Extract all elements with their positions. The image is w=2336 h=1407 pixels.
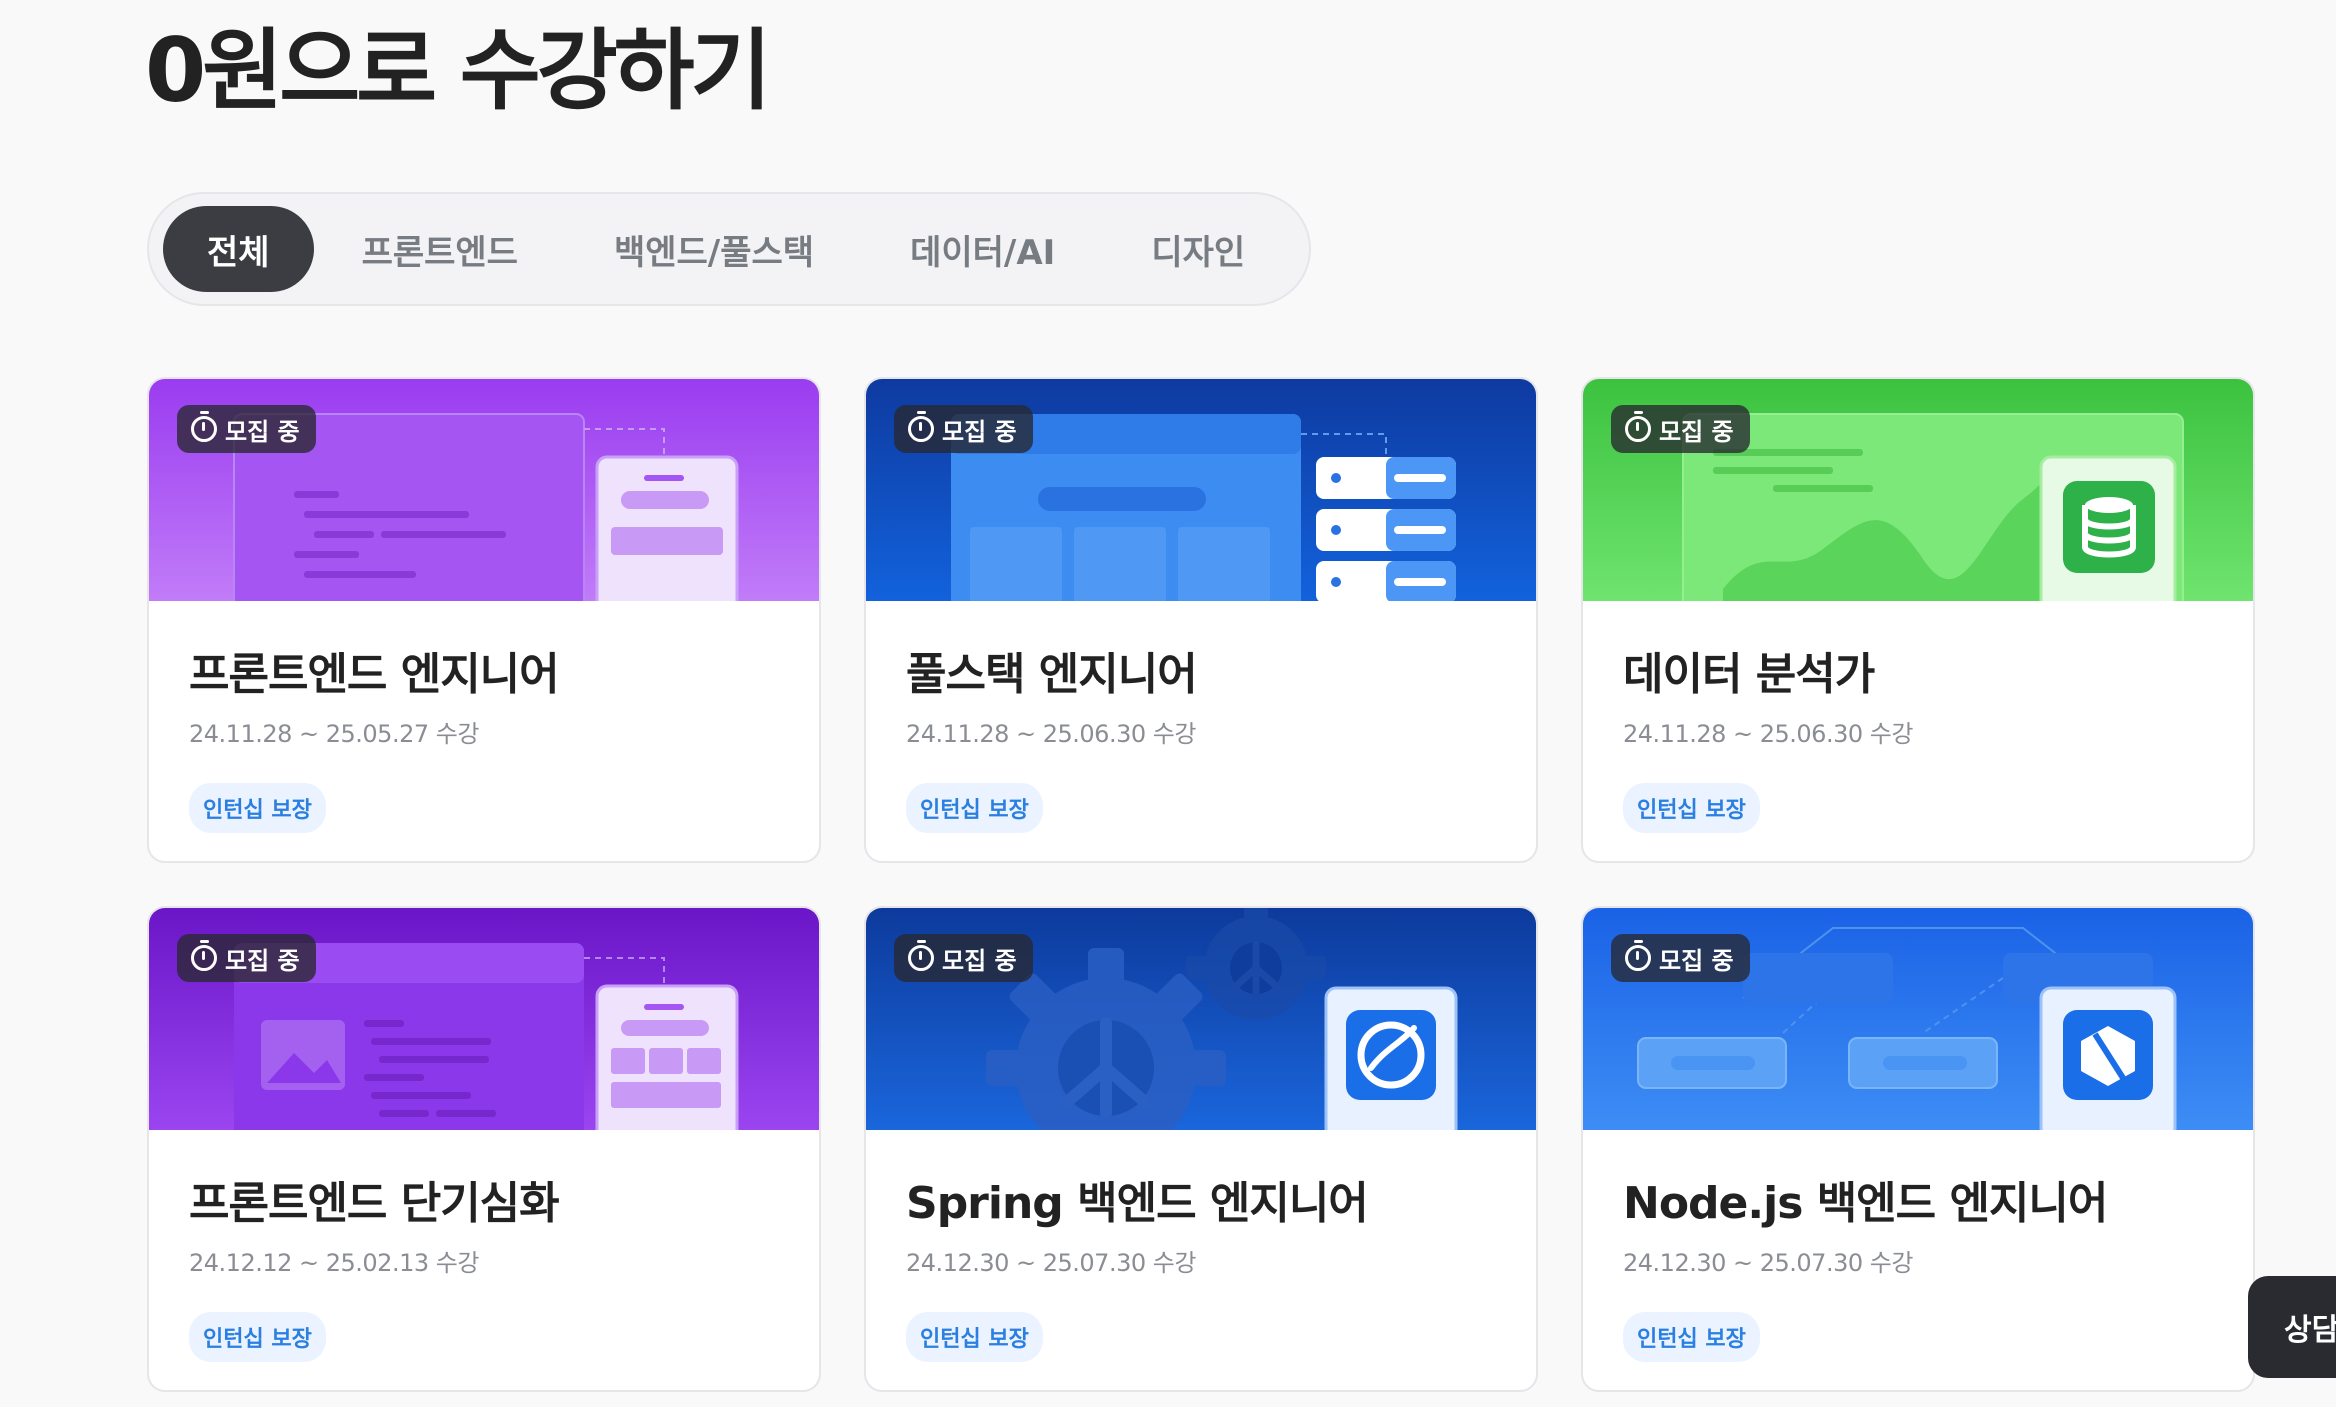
recruiting-badge: 모집 중 xyxy=(894,405,1033,453)
tab-backend-fullstack[interactable]: 백엔드/풀스택 xyxy=(574,206,854,292)
timer-icon xyxy=(908,940,934,971)
course-card-data-analyst[interactable]: 모집 중 데이터 분석가 24.11.28 ~ 25.06.30 수강 인턴십 … xyxy=(1581,377,2255,863)
recruiting-badge: 모집 중 xyxy=(177,934,316,982)
timer-icon xyxy=(908,411,934,442)
tab-frontend[interactable]: 프론트엔드 xyxy=(322,206,558,292)
timer-icon xyxy=(191,411,217,442)
course-card-frontend-engineer[interactable]: 모집 중 프론트엔드 엔지니어 24.11.28 ~ 25.05.27 수강 인… xyxy=(147,377,821,863)
course-title: 데이터 분석가 xyxy=(1623,649,1875,700)
timer-icon xyxy=(1625,940,1651,971)
internship-chip: 인턴십 보장 xyxy=(189,1311,326,1362)
timer-icon xyxy=(1625,411,1651,442)
internship-chip: 인턴십 보장 xyxy=(1623,1311,1760,1362)
course-card-spring-backend[interactable]: 모집 중 Spring 백엔드 엔지니어 24.12.30 ~ 25.07.30… xyxy=(864,906,1538,1392)
timer-icon xyxy=(191,940,217,971)
course-title: 풀스택 엔지니어 xyxy=(906,649,1198,700)
recruiting-badge: 모집 중 xyxy=(1611,405,1750,453)
internship-chip: 인턴십 보장 xyxy=(906,782,1043,833)
course-card-fullstack-engineer[interactable]: 모집 중 풀스택 엔지니어 24.11.28 ~ 25.06.30 수강 인턴십… xyxy=(864,377,1538,863)
course-period: 24.11.28 ~ 25.06.30 수강 xyxy=(906,719,1196,748)
internship-chip: 인턴십 보장 xyxy=(1623,782,1760,833)
recruiting-badge: 모집 중 xyxy=(1611,934,1750,982)
course-period: 24.12.30 ~ 25.07.30 수강 xyxy=(1623,1248,1913,1277)
course-banner: 모집 중 xyxy=(149,908,819,1130)
course-card-nodejs-backend[interactable]: 모집 중 Node.js 백엔드 엔지니어 24.12.30 ~ 25.07.3… xyxy=(1581,906,2255,1392)
tab-all[interactable]: 전체 xyxy=(163,206,314,292)
tab-data-ai[interactable]: 데이터/AI xyxy=(870,206,1095,292)
course-banner: 모집 중 xyxy=(149,379,819,601)
course-banner: 모집 중 xyxy=(866,908,1536,1130)
page: 0원으로 수강하기 전체 프론트엔드 백엔드/풀스택 데이터/AI 디자인 모집… xyxy=(0,0,2336,1407)
tab-design[interactable]: 디자인 xyxy=(1111,206,1285,292)
course-title: 프론트엔드 엔지니어 xyxy=(189,649,560,700)
internship-chip: 인턴십 보장 xyxy=(906,1311,1043,1362)
course-title: Node.js 백엔드 엔지니어 xyxy=(1623,1178,2108,1229)
course-period: 24.11.28 ~ 25.05.27 수강 xyxy=(189,719,479,748)
course-period: 24.12.30 ~ 25.07.30 수강 xyxy=(906,1248,1196,1277)
internship-chip: 인턴십 보장 xyxy=(189,782,326,833)
course-period: 24.11.28 ~ 25.06.30 수강 xyxy=(1623,719,1913,748)
course-title: Spring 백엔드 엔지니어 xyxy=(906,1178,1369,1229)
page-title: 0원으로 수강하기 xyxy=(145,19,772,122)
course-period: 24.12.12 ~ 25.02.13 수강 xyxy=(189,1248,479,1277)
recruiting-badge: 모집 중 xyxy=(894,934,1033,982)
consult-floating-button[interactable]: 상담 xyxy=(2248,1276,2336,1378)
category-tab-bar: 전체 프론트엔드 백엔드/풀스택 데이터/AI 디자인 xyxy=(147,192,1311,306)
recruiting-badge: 모집 중 xyxy=(177,405,316,453)
course-banner: 모집 중 xyxy=(866,379,1536,601)
course-title: 프론트엔드 단기심화 xyxy=(189,1178,560,1229)
course-banner: 모집 중 xyxy=(1583,908,2253,1130)
course-card-frontend-intensive[interactable]: 모집 중 프론트엔드 단기심화 24.12.12 ~ 25.02.13 수강 인… xyxy=(147,906,821,1392)
course-banner: 모집 중 xyxy=(1583,379,2253,601)
